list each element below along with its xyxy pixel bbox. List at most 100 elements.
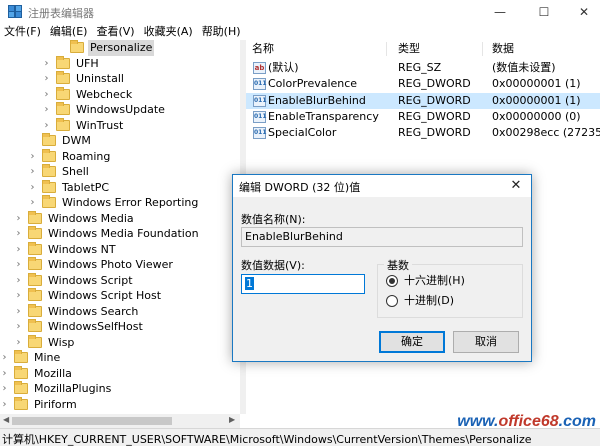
tree-node[interactable]: › Piriform: [0, 396, 240, 413]
tree-node[interactable]: › UFH: [0, 55, 240, 72]
column-divider[interactable]: [482, 42, 483, 56]
cancel-button[interactable]: 取消: [453, 331, 519, 353]
tree-node-label[interactable]: Windows Script: [46, 273, 135, 289]
tree-node-label[interactable]: Windows Photo Viewer: [46, 257, 175, 273]
scrollbar-thumb[interactable]: [12, 417, 172, 425]
radio-button-dec[interactable]: [386, 295, 398, 307]
tree-node[interactable]: › Windows NT: [0, 241, 240, 258]
chevron-right-icon[interactable]: ›: [42, 104, 51, 116]
chevron-right-icon[interactable]: ›: [0, 383, 9, 395]
tree-node-label[interactable]: Windows Media Foundation: [46, 226, 201, 242]
column-divider[interactable]: [386, 42, 387, 56]
minimize-button[interactable]: —: [480, 0, 520, 24]
chevron-right-icon[interactable]: ›: [0, 368, 9, 380]
chevron-right-icon[interactable]: ›: [28, 151, 37, 163]
ok-button[interactable]: 确定: [379, 331, 445, 353]
tree-node-label[interactable]: DWM: [60, 133, 93, 149]
column-header-name[interactable]: 名称: [252, 40, 274, 58]
scroll-right-icon[interactable]: ▶: [229, 415, 235, 424]
tree-node[interactable]: › Windows Script: [0, 272, 240, 289]
tree-node[interactable]: DWM: [0, 133, 240, 149]
chevron-right-icon[interactable]: ›: [42, 120, 51, 132]
chevron-right-icon[interactable]: ›: [14, 259, 23, 271]
tree-node[interactable]: › WindowsUpdate: [0, 102, 240, 118]
tree-node[interactable]: › TabletPC: [0, 179, 240, 196]
chevron-right-icon[interactable]: ›: [14, 337, 23, 349]
tree-node-label[interactable]: Windows NT: [46, 242, 118, 258]
tree-node[interactable]: Personalize: [0, 40, 240, 56]
tree-node-label[interactable]: Mozilla: [32, 366, 74, 382]
close-button[interactable]: ✕: [564, 0, 600, 24]
maximize-button[interactable]: ☐: [524, 0, 564, 24]
tree-node[interactable]: › Windows Media Foundation: [0, 226, 240, 242]
tree-node[interactable]: › Mine: [0, 350, 240, 366]
tree-node-label[interactable]: Roaming: [60, 149, 112, 165]
tree-node-label[interactable]: Wisp: [46, 335, 76, 351]
tree-node-label[interactable]: MozillaPlugins: [32, 381, 113, 397]
chevron-right-icon[interactable]: ›: [14, 213, 23, 225]
tree-node-label[interactable]: WindowsSelfHost: [46, 319, 145, 335]
tree-node[interactable]: › Shell: [0, 164, 240, 180]
tree-node[interactable]: › Webcheck: [0, 86, 240, 103]
chevron-right-icon[interactable]: ›: [42, 73, 51, 85]
chevron-right-icon[interactable]: ›: [14, 321, 23, 333]
menu-help[interactable]: 帮助(H): [198, 24, 246, 40]
tree-node-label[interactable]: Shell: [60, 164, 91, 180]
registry-value-row[interactable]: 011 EnableBlurBehind REG_DWORD 0x00000001 (…: [246, 92, 600, 109]
tree-node-label[interactable]: Webcheck: [74, 87, 134, 103]
tree-node-label[interactable]: Mine: [32, 350, 62, 366]
tree-node-label[interactable]: Windows Script Host: [46, 288, 163, 304]
column-header-data[interactable]: 数据: [492, 40, 514, 58]
radio-button-hex[interactable]: [386, 275, 398, 287]
tree-node[interactable]: › Windows Media: [0, 210, 240, 227]
registry-value-row[interactable]: 011 SpecialColor REG_DWORD 0x00298ecc (2723…: [246, 125, 600, 141]
chevron-right-icon[interactable]: ›: [42, 89, 51, 101]
tree-node[interactable]: › Roaming: [0, 148, 240, 165]
tree-node-label[interactable]: Piriform: [32, 397, 79, 413]
chevron-right-icon[interactable]: ›: [14, 306, 23, 318]
tree-node[interactable]: › Windows Search: [0, 303, 240, 320]
tree-node-label[interactable]: Personalize: [88, 40, 155, 56]
dialog-close-button[interactable]: ✕: [507, 177, 525, 195]
chevron-right-icon[interactable]: ›: [0, 399, 9, 411]
chevron-right-icon[interactable]: ›: [14, 244, 23, 256]
menu-view[interactable]: 查看(V): [92, 24, 139, 40]
registry-value-row[interactable]: ab (默认) REG_SZ (数值未设置): [246, 60, 600, 76]
tree-node[interactable]: › MozillaPlugins: [0, 381, 240, 397]
tree-node-label[interactable]: Windows Media: [46, 211, 136, 227]
tree-node-label[interactable]: UFH: [74, 56, 101, 72]
chevron-right-icon[interactable]: ›: [14, 275, 23, 287]
tree-node-label[interactable]: WindowsUpdate: [74, 102, 167, 118]
chevron-right-icon[interactable]: ›: [14, 228, 23, 240]
tree-node-label[interactable]: Uninstall: [74, 71, 126, 87]
menu-edit[interactable]: 编辑(E): [46, 24, 93, 40]
tree-node[interactable]: › Windows Photo Viewer: [0, 257, 240, 273]
registry-value-row[interactable]: 011 EnableTransparency REG_DWORD 0x00000000…: [246, 109, 600, 125]
menu-favorites[interactable]: 收藏夹(A): [140, 24, 198, 40]
tree-node[interactable]: › Windows Error Reporting: [0, 195, 240, 211]
tree-node-label[interactable]: Windows Error Reporting: [60, 195, 200, 211]
tree-node[interactable]: › Wisp: [0, 334, 240, 351]
scroll-left-icon[interactable]: ◀: [3, 415, 9, 424]
tree-node[interactable]: › Uninstall: [0, 71, 240, 87]
column-header-type[interactable]: 类型: [398, 40, 420, 58]
menu-file[interactable]: 文件(F): [0, 24, 46, 40]
tree-node-label[interactable]: WinTrust: [74, 118, 125, 134]
chevron-right-icon[interactable]: ›: [42, 58, 51, 70]
value-data-input[interactable]: 1: [241, 274, 365, 294]
tree-node-label[interactable]: Windows Search: [46, 304, 140, 320]
tree-node[interactable]: › WinTrust: [0, 117, 240, 134]
chevron-right-icon[interactable]: ›: [28, 197, 37, 209]
tree-node[interactable]: › WindowsSelfHost: [0, 319, 240, 335]
chevron-right-icon[interactable]: ›: [14, 290, 23, 302]
tree-node-label[interactable]: TabletPC: [60, 180, 111, 196]
chevron-right-icon[interactable]: ›: [0, 352, 9, 364]
chevron-right-icon[interactable]: ›: [28, 166, 37, 178]
tree-node[interactable]: › Windows Script Host: [0, 288, 240, 304]
tree-node[interactable]: › Mozilla: [0, 365, 240, 382]
registry-tree[interactable]: Personalize › UFH › Uninstall › Webcheck › Windo…: [0, 40, 240, 414]
tree-horizontal-scrollbar[interactable]: ◀ ▶: [0, 414, 240, 428]
registry-path: 计算机\HKEY_CURRENT_USER\SOFTWARE\Microsoft…: [2, 433, 532, 446]
registry-value-row[interactable]: 011 ColorPrevalence REG_DWORD 0x00000001 (1…: [246, 76, 600, 92]
chevron-right-icon[interactable]: ›: [28, 182, 37, 194]
